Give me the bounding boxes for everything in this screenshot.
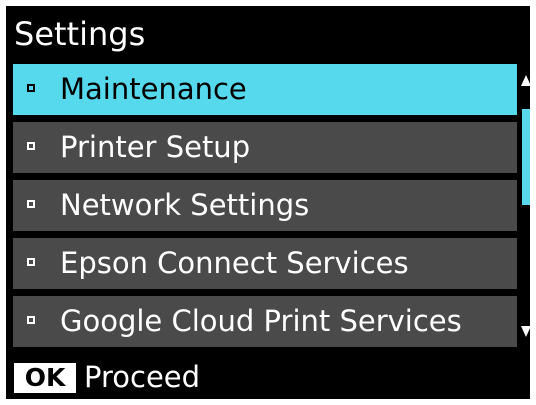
- menu-item-network-settings[interactable]: Network Settings: [13, 180, 517, 231]
- menu-item-printer-setup[interactable]: Printer Setup: [13, 122, 517, 173]
- menu-item-label: Printer Setup: [60, 130, 251, 164]
- menu-item-maintenance[interactable]: Maintenance: [13, 64, 517, 115]
- square-bullet-icon: [27, 258, 35, 266]
- scrollbar[interactable]: [521, 64, 531, 356]
- menu-item-label: Maintenance: [60, 72, 247, 106]
- settings-menu-list: Maintenance Printer Setup Network Settin…: [6, 64, 531, 356]
- menu-item-google-cloud-print-services[interactable]: Google Cloud Print Services: [13, 296, 517, 347]
- menu-item-epson-connect-services[interactable]: Epson Connect Services: [13, 238, 517, 289]
- menu-item-label: Google Cloud Print Services: [60, 304, 462, 338]
- square-bullet-icon: [27, 316, 35, 324]
- ok-button-badge[interactable]: OK: [14, 363, 76, 393]
- scroll-thumb[interactable]: [522, 109, 530, 205]
- printer-lcd-screen: Settings Maintenance Printer Setup Netwo…: [0, 0, 536, 405]
- arrow-up-icon[interactable]: [521, 75, 531, 86]
- title-bar: Settings: [6, 6, 530, 64]
- arrow-down-icon[interactable]: [521, 326, 531, 337]
- square-bullet-icon: [27, 84, 35, 92]
- page-title: Settings: [14, 15, 146, 53]
- footer-bar: OK Proceed: [6, 356, 530, 399]
- square-bullet-icon: [27, 142, 35, 150]
- menu-item-label: Epson Connect Services: [60, 246, 409, 280]
- proceed-label: Proceed: [84, 360, 201, 394]
- menu-item-label: Network Settings: [60, 188, 310, 222]
- square-bullet-icon: [27, 200, 35, 208]
